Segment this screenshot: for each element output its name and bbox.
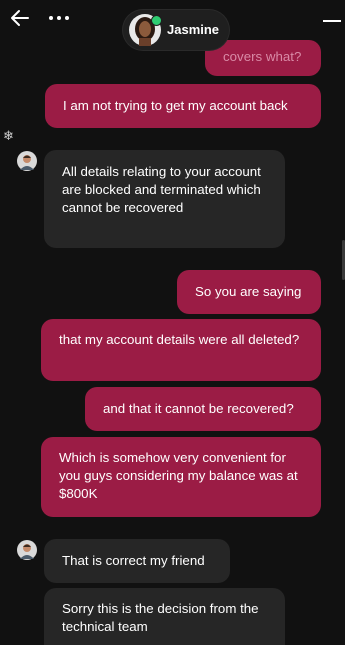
contact-header-button[interactable]: Jasmine: [123, 10, 229, 50]
message-text: I am not trying to get my account back: [63, 98, 288, 113]
message-text: and that it cannot be recovered?: [103, 401, 294, 416]
chat-header: Jasmine: [0, 0, 345, 60]
message-bubble-sent: and that it cannot be recovered?: [85, 387, 321, 431]
message-text: Which is somehow very convenient for you…: [59, 450, 298, 501]
snowflake-icon: ❄: [3, 128, 14, 143]
agent-avatar: [17, 540, 37, 560]
more-horizontal-icon[interactable]: [46, 6, 72, 30]
agent-avatar: [17, 151, 37, 171]
contact-name: Jasmine: [167, 22, 220, 37]
message-text: That is correct my friend: [62, 553, 205, 568]
message-text: Sorry this is the decision from the tech…: [62, 601, 259, 634]
message-bubble-received: That is correct my friend: [44, 539, 230, 583]
message-bubble-received: All details relating to your account are…: [44, 150, 285, 248]
message-bubble-sent: I am not trying to get my account back: [45, 84, 321, 128]
message-text: So you are saying: [195, 284, 302, 299]
online-status-dot: [151, 15, 162, 26]
chat-window: Jasmine covers what? I am not trying to …: [0, 0, 345, 645]
minimize-icon[interactable]: [323, 20, 341, 22]
message-bubble-sent: that my account details were all deleted…: [41, 319, 321, 381]
arrow-left-icon[interactable]: [8, 6, 32, 30]
message-bubble-sent: So you are saying: [177, 270, 321, 314]
message-bubble-received: Sorry this is the decision from the tech…: [44, 588, 285, 645]
message-text: that my account details were all deleted…: [59, 332, 300, 347]
message-text: All details relating to your account are…: [62, 164, 261, 215]
message-bubble-sent: Which is somehow very convenient for you…: [41, 437, 321, 517]
